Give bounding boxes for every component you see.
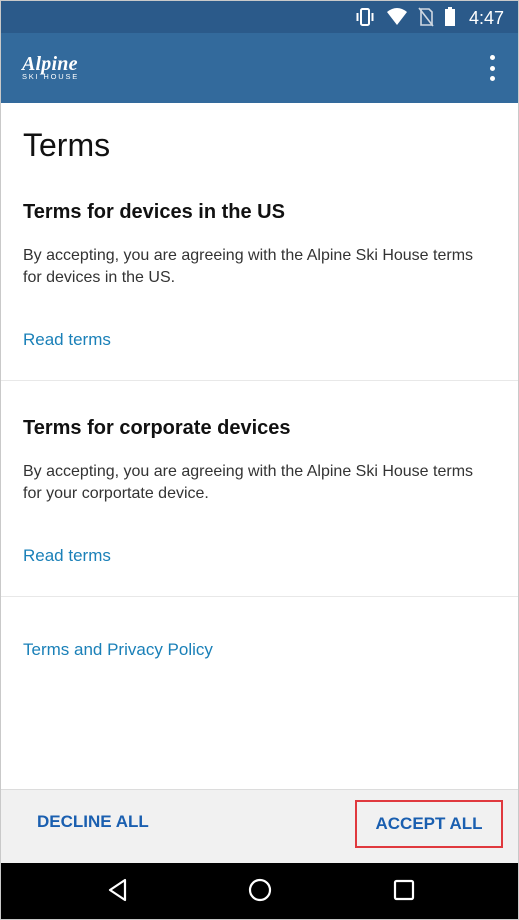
- section-title: Terms for devices in the US: [23, 201, 285, 223]
- status-bar: 4:47: [1, 1, 518, 33]
- read-terms-link[interactable]: Read terms: [23, 546, 111, 566]
- wifi-icon: [387, 8, 407, 25]
- section-title: Terms for corporate devices: [23, 417, 291, 439]
- section-description: By accepting, you are agreeing with the …: [23, 247, 474, 286]
- navigation-bar: [1, 863, 518, 919]
- accept-all-button[interactable]: ACCEPT ALL: [355, 800, 503, 848]
- terms-privacy-link[interactable]: Terms and Privacy Policy: [23, 640, 213, 660]
- menu-dot: [489, 76, 495, 81]
- recent-apps-icon[interactable]: [393, 879, 415, 901]
- no-sim-icon: [418, 7, 434, 27]
- overflow-menu-icon[interactable]: [480, 55, 504, 81]
- page-title: Terms: [23, 127, 111, 163]
- logo-main-text: Alpine: [22, 53, 78, 75]
- menu-dot: [489, 65, 495, 71]
- read-terms-link[interactable]: Read terms: [23, 330, 111, 350]
- battery-icon: [445, 7, 455, 26]
- app-bar: Alpine SKI HOUSE: [1, 33, 518, 103]
- logo-sub-text: SKI HOUSE: [22, 72, 80, 81]
- alpine-ski-house-logo: Alpine SKI HOUSE: [22, 53, 80, 81]
- action-footer: DECLINE ALL ACCEPT ALL: [1, 789, 518, 863]
- status-time: 4:47: [468, 8, 504, 28]
- decline-all-button[interactable]: DECLINE ALL: [37, 812, 149, 832]
- section-divider: [1, 380, 518, 381]
- section-divider: [1, 596, 518, 597]
- menu-dot: [489, 55, 495, 60]
- phone-screen: 4:47 Alpine SKI HOUSE Terms Terms for de…: [0, 0, 519, 920]
- home-icon[interactable]: [247, 877, 273, 903]
- section-description: By accepting, you are agreeing with the …: [23, 463, 474, 502]
- status-icons: [354, 7, 456, 27]
- vibrate-icon: [356, 8, 374, 26]
- back-icon[interactable]: [105, 877, 131, 903]
